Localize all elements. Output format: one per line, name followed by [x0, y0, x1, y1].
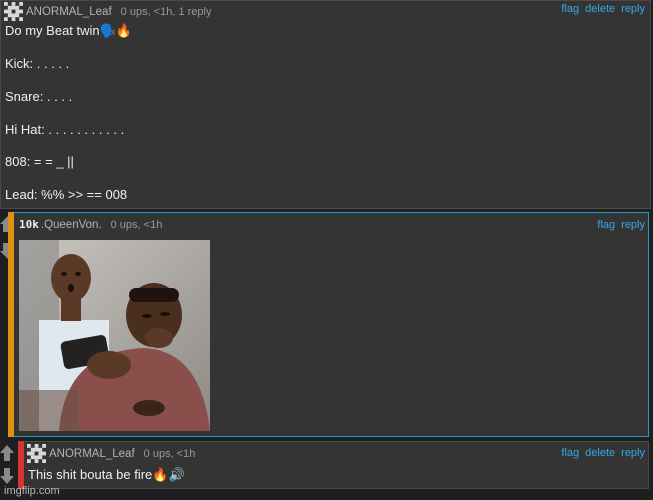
reaction-meme-image[interactable]: [19, 240, 210, 431]
comment-text-line: Hi Hat: . . . . . . . . . . .: [5, 122, 125, 137]
flag-link[interactable]: flag: [597, 219, 615, 231]
comment-1-header: ANORMAL_Leaf 0 ups, <1h, 1 reply: [4, 2, 211, 21]
comment-meta: 0 ups, <1h, 1 reply: [120, 5, 212, 18]
reply-link[interactable]: reply: [621, 219, 645, 231]
downvote-icon[interactable]: [0, 243, 16, 265]
comment-meta: 0 ups, <1h: [143, 447, 196, 460]
own-comment-indicator-bar: [18, 441, 24, 489]
comment-text-line: Do my Beat twin🗣️🔥: [5, 23, 133, 38]
comment-text-line: This shit bouta be fire🔥🔊: [28, 467, 185, 482]
comment-3-header: ANORMAL_Leaf 0 ups, <1h: [27, 444, 195, 463]
delete-link[interactable]: delete: [585, 3, 615, 15]
flag-link[interactable]: flag: [561, 3, 579, 15]
comment-text-line: Snare: . . . .: [5, 89, 73, 104]
username[interactable]: .QueenVon.: [41, 219, 102, 231]
upvote-icon[interactable]: [0, 216, 16, 238]
comment-2-actions: flag reply: [591, 219, 645, 231]
comment-2-header: 10k .QueenVon. 0 ups, <1h: [19, 218, 162, 231]
flag-link[interactable]: flag: [561, 447, 579, 459]
delete-link[interactable]: delete: [585, 447, 615, 459]
reply-link[interactable]: reply: [621, 447, 645, 459]
reply-link[interactable]: reply: [621, 3, 645, 15]
comment-text-line: 808: = = _ ||: [5, 154, 74, 169]
imgflip-watermark: imgflip.com: [4, 485, 60, 497]
upvote-icon[interactable]: [0, 445, 16, 467]
avatar[interactable]: [4, 2, 23, 21]
comment-meta: 0 ups, <1h: [110, 218, 163, 231]
username[interactable]: ANORMAL_Leaf: [26, 6, 112, 18]
comment-1-actions: flag delete reply: [555, 3, 645, 15]
comment-text-line: Kick: . . . . .: [5, 56, 70, 71]
points-badge: 10k: [19, 218, 39, 231]
comment-3-actions: flag delete reply: [555, 447, 645, 459]
avatar[interactable]: [27, 444, 46, 463]
comment-text-line: Lead: %% >> == 008: [5, 187, 128, 202]
username[interactable]: ANORMAL_Leaf: [49, 448, 135, 460]
